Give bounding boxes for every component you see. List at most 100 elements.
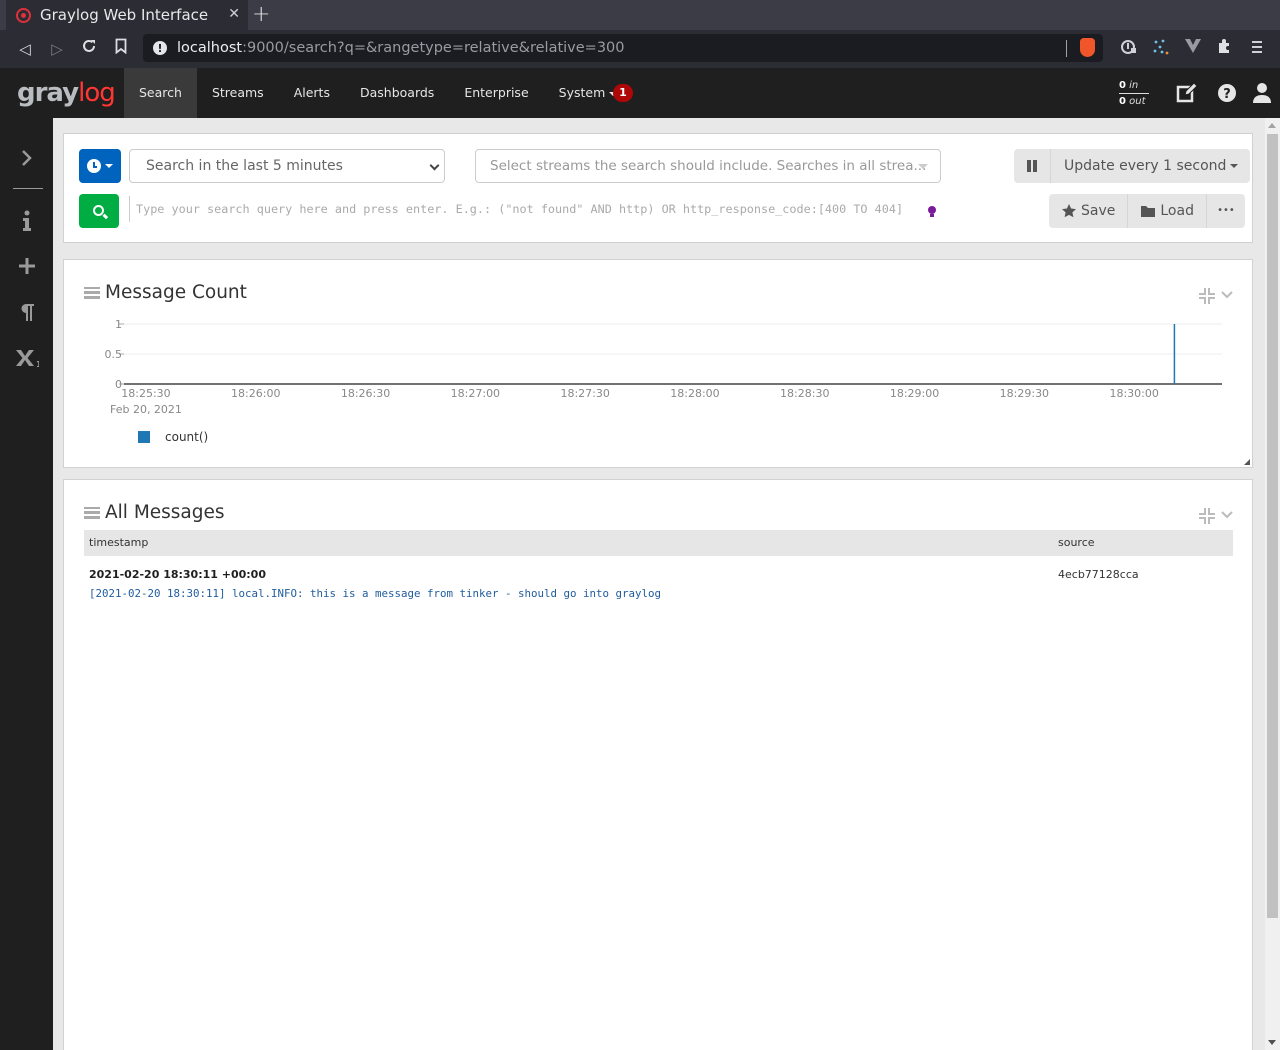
message-count-chart[interactable]: 00.5118:25:30Feb 20, 202118:26:00 18:26:3… <box>64 310 1252 450</box>
load-button[interactable]: Load <box>1128 194 1207 228</box>
graylog-favicon-icon <box>16 7 31 23</box>
pause-refresh-button[interactable] <box>1014 149 1051 183</box>
site-info-icon[interactable]: ! <box>153 41 167 55</box>
graylog-navbar: graylog Search Streams Alerts Dashboards… <box>0 68 1280 118</box>
close-tab-icon[interactable]: ✕ <box>228 6 240 22</box>
scroll-up-arrow-icon[interactable] <box>1268 123 1276 128</box>
nav-dashboards[interactable]: Dashboards <box>345 68 449 118</box>
column-header-timestamp[interactable]: timestamp <box>89 536 148 549</box>
compress-icon[interactable] <box>1199 508 1215 524</box>
password-manager-icon[interactable] <box>1118 38 1140 60</box>
refresh-interval-label: Update every 1 second <box>1064 158 1227 174</box>
throughput-in-label: in <box>1129 80 1139 91</box>
notification-badge[interactable]: 1 <box>613 84 633 102</box>
column-header-source[interactable]: source <box>1058 536 1095 549</box>
x-tick-label: 18:29:00 <box>890 387 939 400</box>
more-actions-button[interactable]: ••• <box>1207 194 1245 228</box>
nav-enterprise[interactable]: Enterprise <box>449 68 543 118</box>
throughput-in-value: 0 <box>1119 80 1126 91</box>
widget-header: Message Count <box>84 282 247 303</box>
pause-icon <box>1027 160 1037 172</box>
browser-toolbar: ◁ ▷ ! localhost:9000/search?q=&rangetype… <box>0 30 1280 68</box>
drag-handle-icon[interactable] <box>84 286 100 299</box>
widget-menu-chevron-icon[interactable] <box>1221 511 1233 519</box>
new-tab-button[interactable]: + <box>252 2 270 27</box>
add-icon[interactable] <box>14 256 40 282</box>
streams-placeholder: Select streams the search should include… <box>490 158 927 174</box>
legend-label: count() <box>165 430 209 444</box>
chart-legend-item[interactable]: count() <box>138 430 208 444</box>
main-menu: Search Streams Alerts Dashboards Enterpr… <box>124 68 632 118</box>
throughput-indicator[interactable]: 0 in 0 out <box>1119 79 1149 108</box>
refresh-interval-dropdown[interactable]: Update every 1 second <box>1051 149 1250 183</box>
widget-menu-chevron-icon[interactable] <box>1221 291 1233 299</box>
scratchpad-edit-icon[interactable] <box>1176 82 1198 104</box>
widget-title: Message Count <box>105 282 247 303</box>
star-icon <box>1062 204 1076 218</box>
vue-devtools-icon[interactable] <box>1182 38 1204 60</box>
x-tick-label: 18:26:00 <box>231 387 280 400</box>
address-bar[interactable]: ! localhost:9000/search?q=&rangetype=rel… <box>143 34 1103 62</box>
refresh-controls: Update every 1 second <box>1014 149 1251 183</box>
extension-dots-icon[interactable] <box>1150 38 1172 60</box>
drag-handle-icon[interactable] <box>84 506 100 519</box>
load-label: Load <box>1160 203 1194 219</box>
search-submit-button[interactable] <box>79 194 119 228</box>
widget-controls <box>1199 288 1239 304</box>
search-icon <box>92 204 104 216</box>
x-tick-label: 18:27:00 <box>451 387 500 400</box>
nav-streams[interactable]: Streams <box>197 68 279 118</box>
paragraph-icon[interactable] <box>14 302 40 328</box>
back-icon[interactable]: ◁ <box>14 38 36 60</box>
forward-icon[interactable]: ▷ <box>46 38 68 60</box>
saved-search-controls: Save Load ••• <box>1049 194 1245 228</box>
message-source: 4ecb77128cca <box>1058 568 1139 581</box>
streams-select[interactable]: Select streams the search should include… <box>475 149 941 183</box>
chevron-down-icon <box>429 160 440 171</box>
menu-icon[interactable] <box>1246 38 1268 60</box>
x-tick-date-label: Feb 20, 2021 <box>110 403 182 416</box>
message-count-widget: Message Count 0 0.5 1 18:25:30 Feb 20, 2021 1… <box>63 259 1253 468</box>
x-tick-label: 18:27:30 <box>560 387 609 400</box>
search-bar-panel: Search in the last 5 minutes Select stre… <box>63 133 1253 243</box>
reload-icon[interactable] <box>78 38 100 60</box>
search-query-input[interactable]: Type your search query here and press en… <box>129 196 919 222</box>
scroll-down-arrow-icon[interactable] <box>1268 1040 1276 1045</box>
resize-handle-icon[interactable] <box>1244 459 1250 465</box>
dropdown-arrow-icon <box>918 164 928 169</box>
page-scrollbar[interactable] <box>1265 118 1280 1050</box>
url-separator <box>1066 40 1067 57</box>
subscript-icon[interactable]: 1 <box>14 348 42 374</box>
time-range-type-button[interactable] <box>79 149 121 183</box>
logo-text-red: log <box>78 78 116 108</box>
caret-down-icon <box>1230 164 1239 168</box>
brave-shields-icon[interactable] <box>1080 38 1095 57</box>
x-tick-label: 18:25:30 <box>121 387 170 400</box>
bookmark-icon[interactable] <box>110 38 132 60</box>
x-tick-label: 18:28:00 <box>670 387 719 400</box>
save-label: Save <box>1081 203 1116 219</box>
help-icon[interactable]: ? <box>1216 82 1238 104</box>
folder-icon <box>1141 206 1156 217</box>
info-icon[interactable] <box>14 210 40 236</box>
messages-table-header: timestamp source <box>84 530 1233 556</box>
save-button[interactable]: Save <box>1049 194 1129 228</box>
user-icon[interactable] <box>1251 82 1273 104</box>
expand-chevron-icon[interactable] <box>14 148 40 174</box>
extension-icon[interactable] <box>1214 38 1236 60</box>
relative-time-value: Search in the last 5 minutes <box>146 158 343 174</box>
scrollbar-thumb[interactable] <box>1267 134 1278 918</box>
clock-icon <box>87 159 101 173</box>
graylog-logo[interactable]: graylog <box>17 78 116 108</box>
legend-swatch <box>138 431 150 443</box>
x-tick-label: 18:30:00 <box>1109 387 1158 400</box>
relative-time-select[interactable]: Search in the last 5 minutes <box>129 149 445 183</box>
compress-icon[interactable] <box>1199 288 1215 304</box>
query-help-lightbulb-icon[interactable] <box>928 206 936 217</box>
nav-search[interactable]: Search <box>124 68 197 118</box>
widget-controls <box>1199 508 1239 524</box>
widget-title: All Messages <box>105 502 225 523</box>
browser-tab[interactable]: Graylog Web Interface ✕ <box>6 0 248 30</box>
throughput-divider <box>1119 93 1149 94</box>
nav-alerts[interactable]: Alerts <box>279 68 345 118</box>
